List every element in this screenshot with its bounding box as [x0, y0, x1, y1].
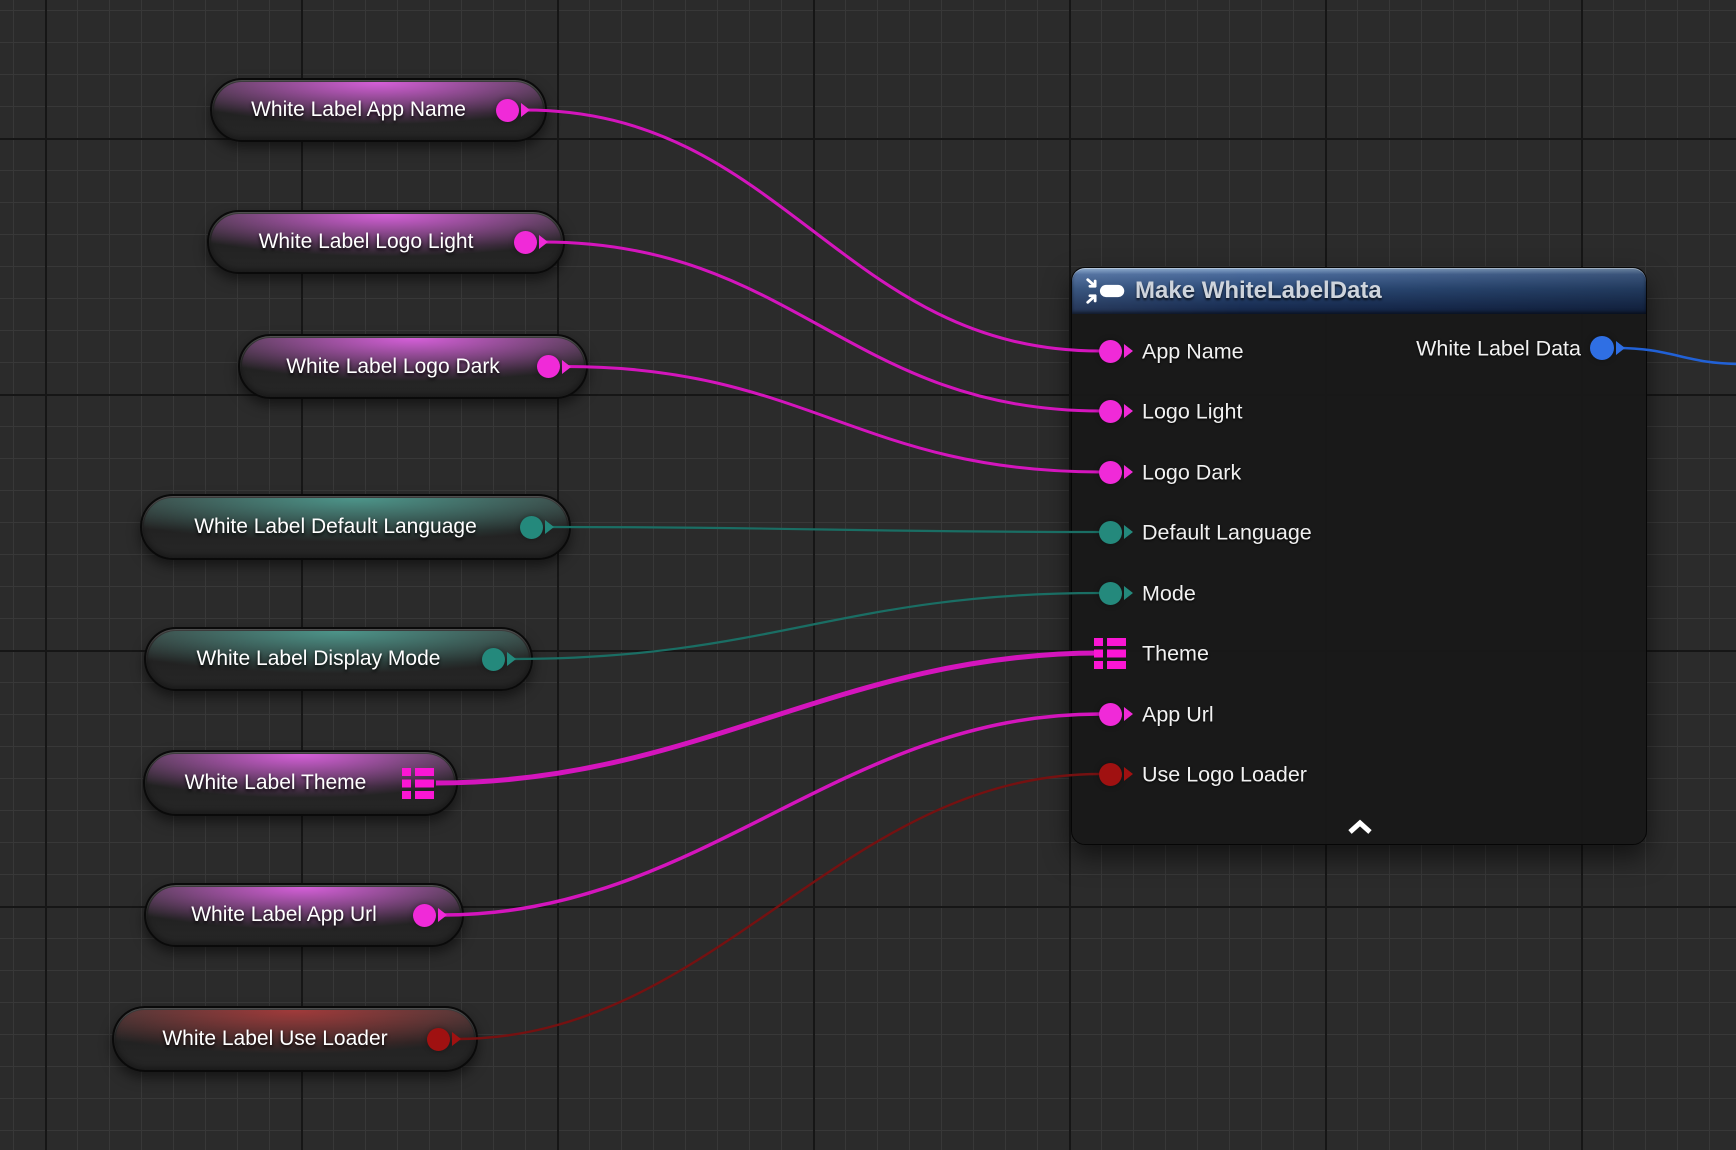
input-pin-label: Theme	[1142, 642, 1209, 667]
wire-white-label-use-loader[interactable]	[456, 774, 1100, 1039]
input-pin-label: Mode	[1142, 582, 1196, 607]
pin-dot	[537, 355, 560, 378]
struct-pin-icon	[402, 768, 434, 799]
pin-dot	[427, 1028, 450, 1051]
getter-node-label: White Label Display Mode	[168, 629, 469, 689]
getter-node-white-label-logo-dark[interactable]: White Label Logo Dark	[238, 334, 588, 399]
pin-wedge	[1124, 404, 1133, 418]
getter-node-label: White Label Logo Light	[231, 212, 501, 272]
pin-wedge	[1124, 707, 1133, 721]
input-pin-label: Logo Dark	[1142, 461, 1241, 486]
getter-node-label: White Label Theme	[167, 752, 384, 814]
output-pin-label: White Label Data	[1416, 337, 1581, 362]
pin-dot	[1099, 340, 1122, 363]
make-node-header[interactable]: Make WhiteLabelData	[1072, 268, 1646, 314]
pin-dot	[1099, 582, 1122, 605]
getter-node-label: White Label App Name	[234, 80, 483, 140]
pin-wedge	[1124, 344, 1133, 358]
pin-white-label-theme-output[interactable]	[402, 768, 434, 804]
pin-wedge	[521, 103, 530, 117]
pin-dot	[1099, 400, 1122, 423]
pin-wedge	[545, 520, 554, 534]
pin-wedge	[1124, 525, 1133, 539]
input-pin-label: App Url	[1142, 703, 1214, 728]
wire-white-label-logo-dark[interactable]	[566, 367, 1100, 473]
pin-wedge	[539, 235, 548, 249]
wire-white-label-app-name[interactable]	[525, 110, 1100, 351]
wire-white-label-theme[interactable]	[436, 653, 1100, 783]
getter-node-white-label-display-mode[interactable]: White Label Display Mode	[144, 627, 533, 691]
pin-dot	[1099, 521, 1122, 544]
getter-node-white-label-default-language[interactable]: White Label Default Language	[140, 494, 571, 560]
pin-wedge	[452, 1032, 461, 1046]
make-struct-icon	[1086, 276, 1126, 306]
pin-wedge	[562, 360, 571, 374]
pin-wedge	[507, 652, 516, 666]
pin-wedge	[1616, 341, 1625, 355]
pin-dot	[514, 231, 537, 254]
getter-node-label: White Label App Url	[168, 885, 400, 945]
getter-node-white-label-use-loader[interactable]: White Label Use Loader	[112, 1006, 478, 1072]
pin-dot	[1099, 763, 1122, 786]
pin-dot	[1590, 336, 1614, 360]
collapse-node-button[interactable]	[1340, 815, 1380, 839]
make-whitelabeldata-node[interactable]: Make WhiteLabelData App Name Logo Light Lo…	[1071, 267, 1647, 845]
pin-dot	[482, 648, 505, 671]
input-pin-label: Logo Light	[1142, 400, 1242, 425]
getter-node-label: White Label Logo Dark	[262, 336, 524, 397]
pin-wedge	[438, 908, 447, 922]
pin-dot	[496, 99, 519, 122]
wire-white-label-default-language[interactable]	[549, 527, 1100, 532]
input-pin-label: App Name	[1142, 340, 1244, 365]
getter-node-label: White Label Default Language	[164, 496, 507, 558]
pin-dot	[520, 516, 543, 539]
chevron-up-icon	[1346, 819, 1374, 835]
wire-white-label-logo-light[interactable]	[543, 242, 1100, 411]
input-pin-theme[interactable]	[1094, 638, 1126, 674]
input-pin-label: Default Language	[1142, 521, 1312, 546]
pin-dot	[413, 904, 436, 927]
pin-wedge	[1124, 767, 1133, 781]
wire-white-label-app-url[interactable]	[442, 714, 1100, 915]
pin-wedge	[1124, 586, 1133, 600]
make-node-title: Make WhiteLabelData	[1135, 277, 1382, 305]
pin-dot	[1099, 461, 1122, 484]
getter-node-white-label-logo-light[interactable]: White Label Logo Light	[207, 210, 565, 274]
blueprint-graph-canvas[interactable]: White Label App Name White Label Logo Li…	[0, 0, 1736, 1150]
wire-white-label-display-mode[interactable]	[511, 593, 1100, 659]
pin-wedge	[1124, 465, 1133, 479]
struct-pin-icon	[1094, 638, 1126, 669]
getter-node-label: White Label Use Loader	[136, 1008, 414, 1070]
input-pin-label: Use Logo Loader	[1142, 763, 1307, 788]
pin-dot	[1099, 703, 1122, 726]
